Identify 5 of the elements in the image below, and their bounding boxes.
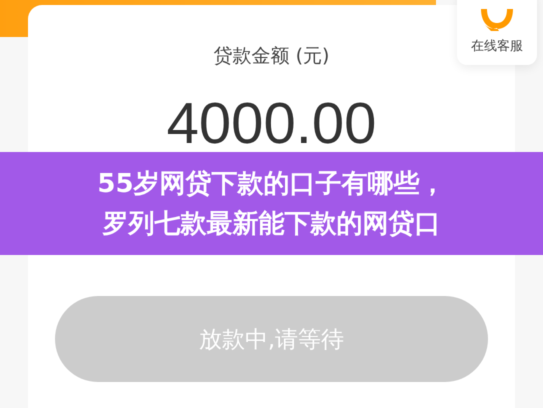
customer-service-button[interactable]: 在线客服 xyxy=(457,0,537,65)
loan-amount: 4000.00 xyxy=(166,95,376,153)
banner-title: 罗列七款最新能下款的网贷口 xyxy=(102,208,440,240)
banner-title: 55岁网贷下款的口子有哪些， xyxy=(97,168,446,200)
amount-label: 贷款金额 (元) xyxy=(214,44,330,69)
